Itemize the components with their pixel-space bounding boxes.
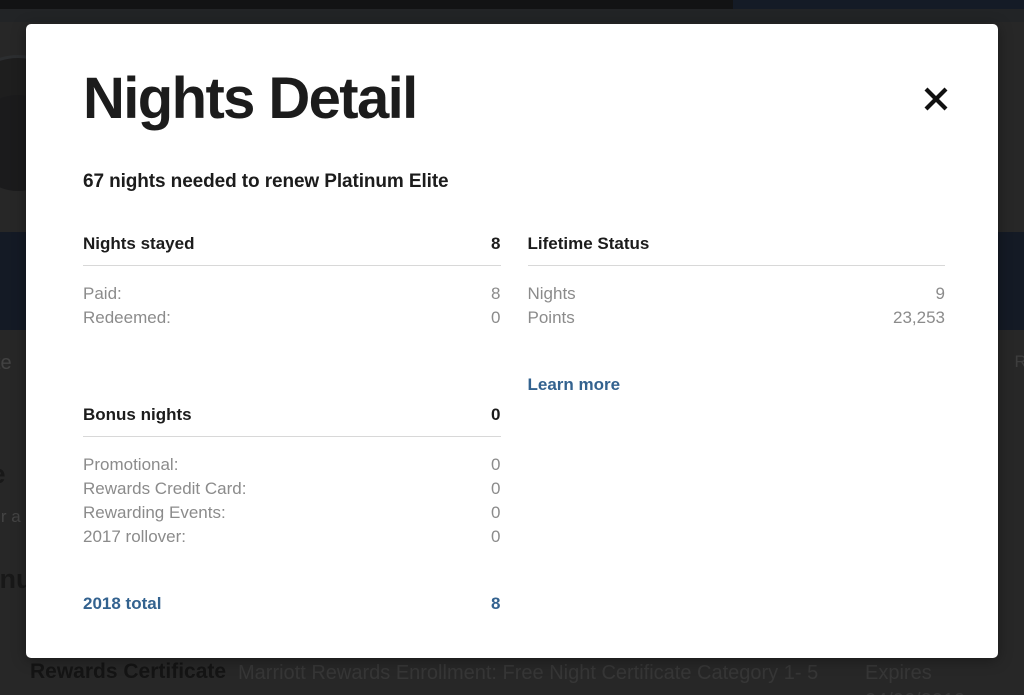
background-return-label: RN bbox=[1014, 352, 1024, 371]
year-total-row[interactable]: 2018 total 8 bbox=[83, 594, 501, 614]
background-top-bar-navy-segment bbox=[733, 0, 1024, 9]
background-secondary-bar bbox=[0, 9, 1024, 22]
year-total-label: 2018 total bbox=[83, 594, 162, 613]
row-label: Redeemed: bbox=[83, 308, 171, 327]
nights-stayed-header: Nights stayed 8 bbox=[83, 234, 501, 266]
lifetime-status-header: Lifetime Status bbox=[527, 234, 945, 266]
nights-detail-modal: Nights Detail 67 nights needed to renew … bbox=[26, 24, 998, 658]
row-value: 0 bbox=[491, 503, 501, 522]
nights-stayed-label: Nights stayed bbox=[83, 234, 195, 253]
list-item: Nights 9 bbox=[528, 282, 946, 306]
nights-stayed-rows: Paid: 8 Redeemed: 0 bbox=[83, 282, 501, 330]
row-value: 0 bbox=[491, 308, 501, 327]
nights-column: Nights stayed 8 Paid: 8 Redeemed: 0 Bonu… bbox=[83, 234, 501, 614]
row-label: Rewarding Events: bbox=[83, 503, 226, 522]
close-icon[interactable] bbox=[918, 81, 954, 117]
bonus-nights-label: Bonus nights bbox=[83, 405, 192, 424]
row-label: Nights bbox=[527, 284, 576, 303]
row-label: Rewards Credit Card: bbox=[83, 479, 247, 498]
list-item: Promotional: 0 bbox=[83, 453, 501, 477]
nights-stayed-value: 8 bbox=[491, 234, 501, 253]
lifetime-status-label: Lifetime Status bbox=[527, 234, 650, 253]
background-filter-label: ilte bbox=[0, 352, 12, 374]
modal-columns: Nights stayed 8 Paid: 8 Redeemed: 0 Bonu… bbox=[83, 234, 945, 614]
background-certificate-row: Rewards Certificate Marriott Rewards Enr… bbox=[30, 660, 1024, 695]
bonus-nights-header: Bonus nights 0 bbox=[83, 405, 501, 437]
list-item: Rewarding Events: 0 bbox=[83, 501, 501, 525]
background-expires-date: 04/06/2019 bbox=[865, 690, 965, 695]
modal-subtitle: 67 nights needed to renew Platinum Elite bbox=[83, 171, 449, 192]
row-value: 9 bbox=[935, 284, 945, 303]
learn-more-link[interactable]: Learn more bbox=[528, 375, 621, 395]
close-x-glyph bbox=[924, 87, 948, 111]
year-total-value: 8 bbox=[491, 594, 501, 613]
row-label: Promotional: bbox=[83, 455, 179, 474]
list-item: Points 23,253 bbox=[528, 306, 946, 330]
row-label: Points bbox=[527, 308, 575, 327]
row-label: Paid: bbox=[83, 284, 122, 303]
background-section-heading: he bbox=[0, 459, 6, 490]
list-item: Rewards Credit Card: 0 bbox=[83, 477, 501, 501]
row-value: 0 bbox=[491, 479, 501, 498]
lifetime-status-column: Lifetime Status Nights 9 Points 23,253 L… bbox=[527, 234, 946, 614]
list-item: Redeemed: 0 bbox=[83, 306, 501, 330]
row-value: 0 bbox=[491, 527, 501, 546]
background-section-subtext: our a bbox=[0, 507, 21, 526]
row-value: 0 bbox=[491, 455, 501, 474]
row-value: 8 bbox=[491, 284, 501, 303]
row-value: 23,253 bbox=[893, 308, 945, 327]
row-label: 2017 rollover: bbox=[83, 527, 187, 546]
lifetime-status-rows: Nights 9 Points 23,253 bbox=[528, 282, 946, 330]
list-item: 2017 rollover: 0 bbox=[83, 525, 501, 549]
list-item: Paid: 8 bbox=[83, 282, 501, 306]
modal-title: Nights Detail bbox=[83, 66, 418, 131]
background-expires-label: Expires bbox=[865, 662, 932, 684]
screen: ilte RN he our a Unu NT Rewards Certific… bbox=[0, 0, 1024, 695]
bonus-nights-rows: Promotional: 0 Rewards Credit Card: 0 Re… bbox=[83, 453, 501, 549]
background-certificate-desc: Marriott Rewards Enrollment: Free Night … bbox=[238, 662, 819, 684]
bonus-nights-value: 0 bbox=[491, 405, 501, 424]
background-certificate-title: Rewards Certificate bbox=[30, 660, 227, 683]
